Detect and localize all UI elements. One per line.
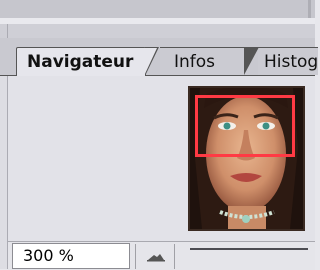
tab-histogramme[interactable]: Histog [258, 47, 318, 75]
view-proxy-box[interactable] [195, 95, 295, 157]
navigator-palette: Histog Infos Navigateur 300 % [0, 0, 318, 270]
zoom-slider[interactable] [190, 248, 308, 250]
tab-label: Infos [174, 52, 216, 72]
active-tab-gap [17, 75, 145, 76]
tab-label: Navigateur [27, 52, 134, 72]
necklace-pendant [242, 215, 250, 223]
zoom-input[interactable]: 300 % [12, 243, 130, 269]
tab-divider [244, 47, 259, 75]
mountain-small-icon [147, 254, 165, 262]
zoom-out-button[interactable] [135, 244, 175, 269]
zoom-value: 300 % [23, 246, 74, 265]
tab-navigateur[interactable]: Navigateur [16, 47, 159, 76]
tab-label: Histog [264, 52, 318, 72]
window-top-bar [0, 0, 315, 19]
tab-infos[interactable]: Infos [160, 47, 250, 75]
palette-title-bar[interactable] [0, 24, 315, 38]
window-edge [308, 0, 311, 18]
